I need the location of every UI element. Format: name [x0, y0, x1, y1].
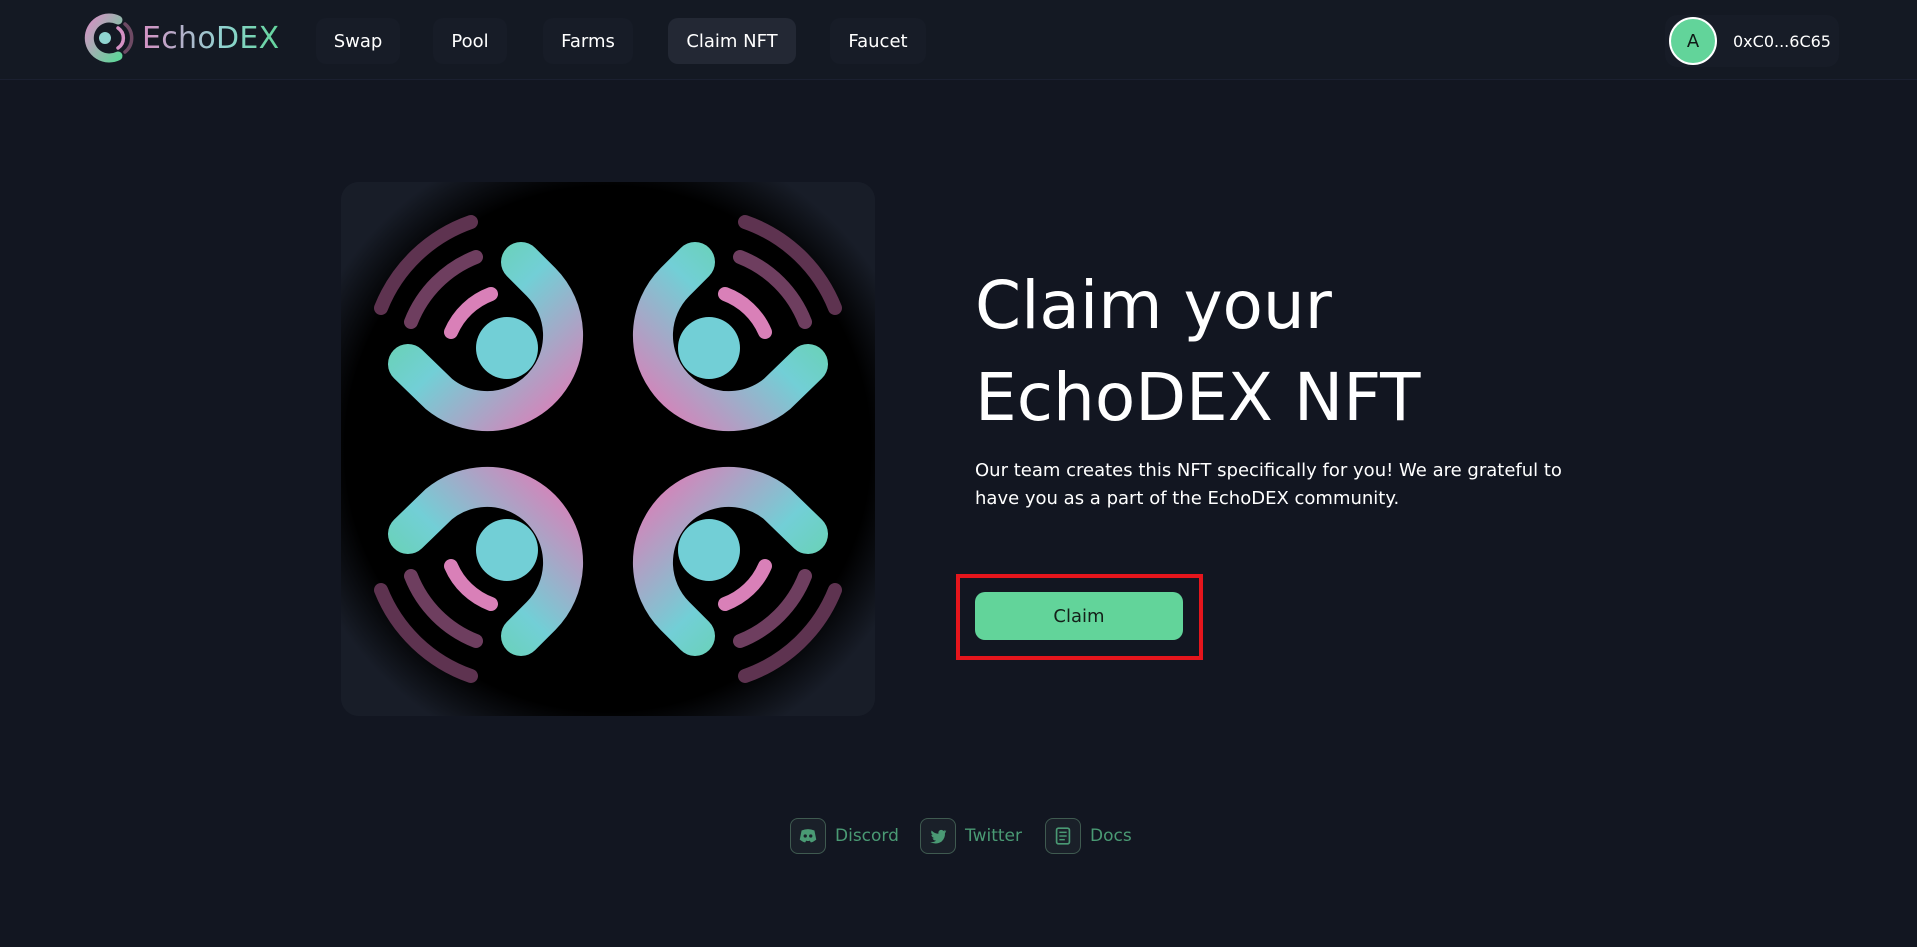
account-button[interactable]: A 0xC0...6C65: [1665, 15, 1839, 67]
docs-icon: [1045, 818, 1081, 854]
claim-button[interactable]: Claim: [975, 592, 1183, 640]
footer-link-docs[interactable]: Docs: [1045, 818, 1132, 854]
top-navbar: EchoDEX Swap Pool Farms Claim NFT Faucet…: [0, 0, 1917, 80]
twitter-icon: [920, 818, 956, 854]
nft-artwork: [341, 182, 875, 716]
page-title-line2: EchoDEX NFT: [975, 359, 1421, 436]
discord-icon: [790, 818, 826, 854]
nav-farms[interactable]: Farms: [543, 18, 633, 64]
footer-link-label: Docs: [1090, 826, 1132, 846]
nft-image-card: [341, 182, 875, 716]
wallet-address: 0xC0...6C65: [1733, 31, 1831, 51]
brand-logo[interactable]: EchoDEX: [78, 12, 280, 64]
echodex-logo-icon: [84, 13, 134, 63]
page-title-line1: Claim your: [975, 267, 1332, 344]
nav-swap[interactable]: Swap: [316, 18, 400, 64]
brand-name: EchoDEX: [142, 20, 280, 56]
nav-pool[interactable]: Pool: [433, 18, 507, 64]
nav-faucet[interactable]: Faucet: [830, 18, 926, 64]
footer-link-discord[interactable]: Discord: [790, 818, 899, 854]
footer-link-label: Discord: [835, 826, 899, 846]
footer-link-twitter[interactable]: Twitter: [920, 818, 1022, 854]
page-title: Claim your EchoDEX NFT: [975, 260, 1575, 444]
avatar: A: [1669, 17, 1717, 65]
footer-link-label: Twitter: [965, 826, 1022, 846]
nav-claim-nft[interactable]: Claim NFT: [668, 18, 796, 64]
page-description: Our team creates this NFT specifically f…: [975, 460, 1562, 509]
